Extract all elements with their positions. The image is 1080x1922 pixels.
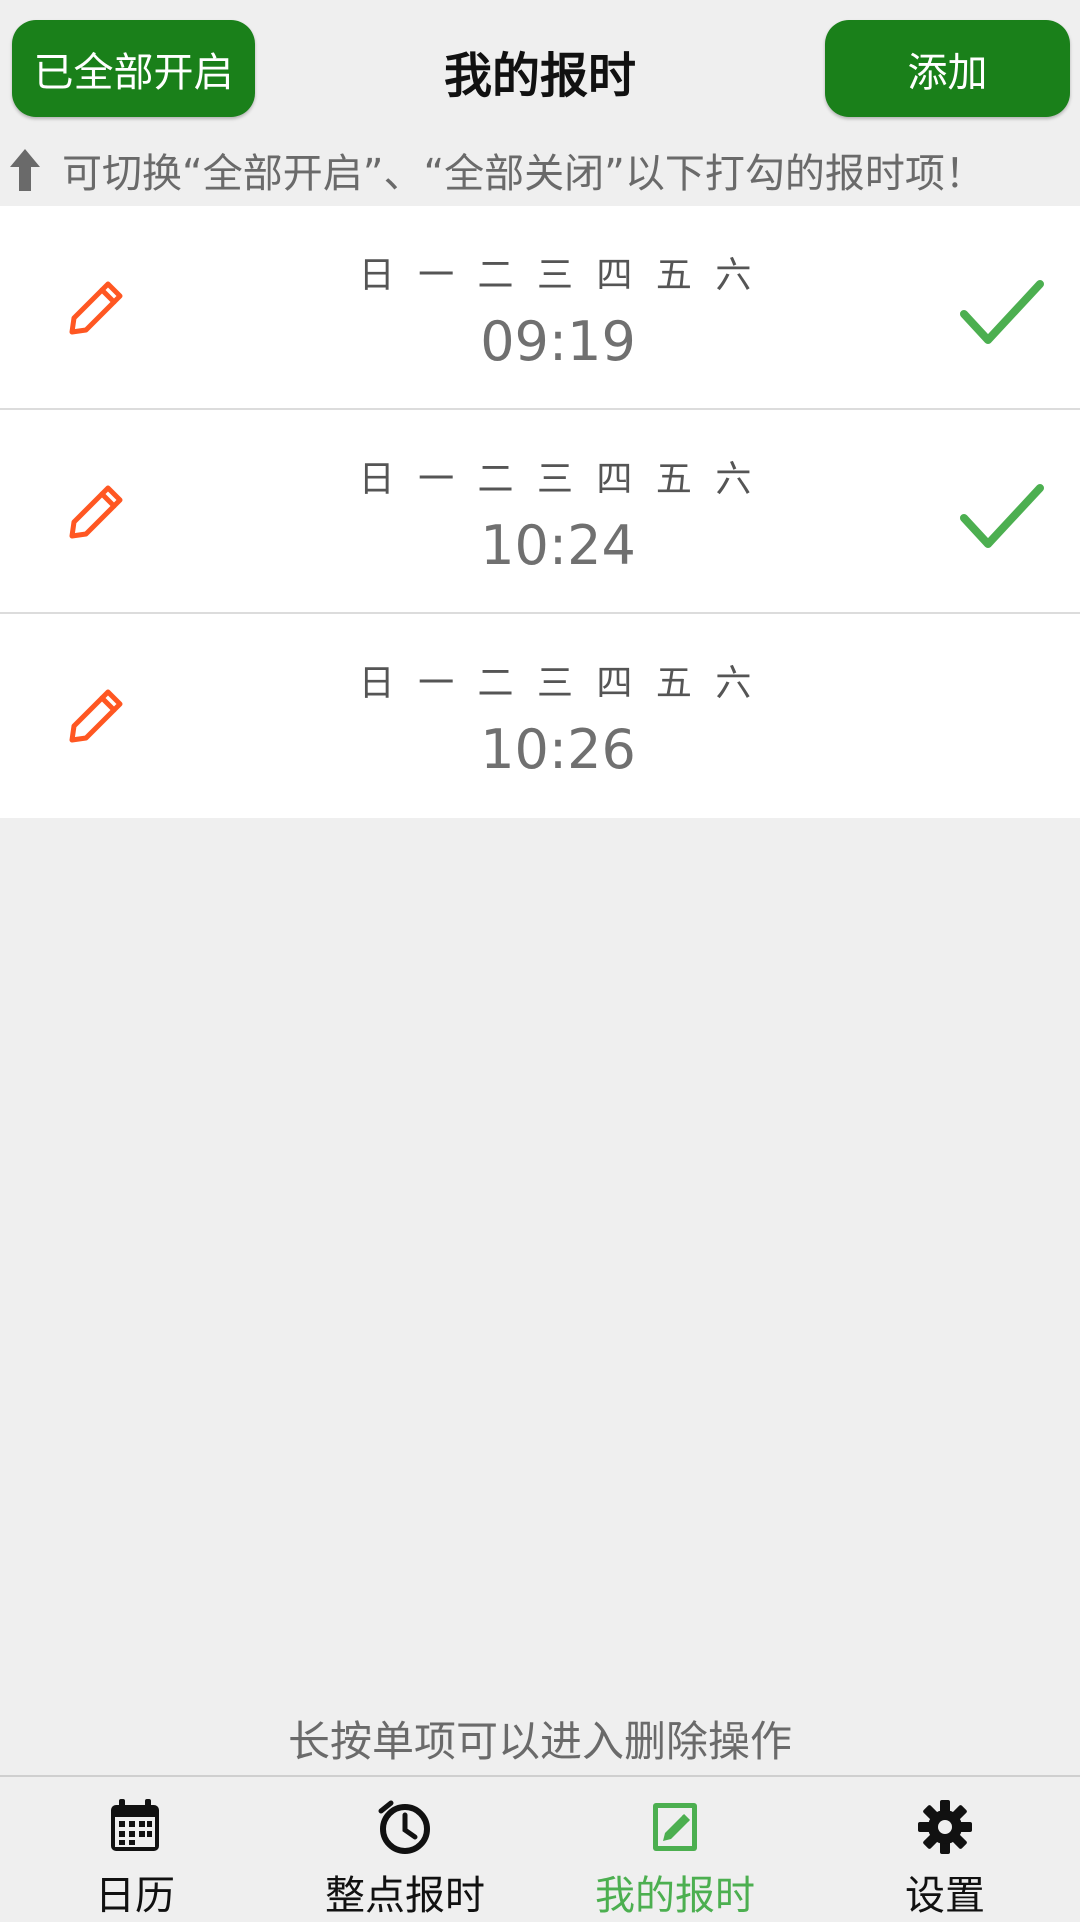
- nav-label: 日历: [95, 1873, 175, 1919]
- arrow-up-icon: [10, 149, 40, 191]
- nav-item-hourly-chime[interactable]: 整点报时: [270, 1777, 540, 1922]
- repeat-days: 日 一 二 三 四 五 六: [358, 459, 758, 500]
- nav-label: 设置: [905, 1873, 985, 1919]
- add-button[interactable]: 添加: [825, 20, 1070, 117]
- gear-icon: [918, 1800, 972, 1854]
- alarm-time: 09:19: [480, 310, 636, 373]
- alarm-time: 10:24: [480, 514, 636, 577]
- repeat-days: 日 一 二 三 四 五 六: [358, 255, 758, 296]
- long-press-hint: 长按单项可以进入删除操作: [287, 1717, 792, 1766]
- nav-item-my-chime[interactable]: 我的报时: [540, 1777, 810, 1922]
- alarm-row[interactable]: 日 一 二 三 四 五 六 10:26: [0, 614, 1080, 818]
- clock-icon: [378, 1800, 430, 1854]
- alarm-time: 10:26: [480, 718, 636, 781]
- checkmark-icon[interactable]: [960, 482, 1044, 552]
- hint-text: 可切换“全部开启”、“全部关闭”以下打勾的报时项！: [8, 142, 1072, 198]
- alarm-list: 日 一 二 三 四 五 六 09:19 日 一 二 三 四 五 六 10:24 …: [0, 206, 1080, 818]
- top-bar: 已全部开启 我的报时 添加: [0, 0, 1080, 132]
- nav-item-settings[interactable]: 设置: [810, 1777, 1080, 1922]
- edit-note-icon: [653, 1803, 697, 1851]
- nav-label: 我的报时: [595, 1873, 755, 1919]
- checkmark-icon[interactable]: [960, 278, 1044, 348]
- nav-item-calendar[interactable]: 日历: [0, 1777, 270, 1922]
- hint-label: 可切换“全部开启”、“全部关闭”以下打勾的报时项！: [62, 151, 985, 197]
- alarm-row[interactable]: 日 一 二 三 四 五 六 09:19: [0, 206, 1080, 410]
- repeat-days: 日 一 二 三 四 五 六: [358, 663, 758, 704]
- calendar-icon: [111, 1799, 159, 1851]
- bottom-navigation: 日历 整点报时 我的报时 设置: [0, 1775, 1080, 1922]
- alarm-row[interactable]: 日 一 二 三 四 五 六 10:24: [0, 410, 1080, 614]
- nav-label: 整点报时: [325, 1873, 485, 1919]
